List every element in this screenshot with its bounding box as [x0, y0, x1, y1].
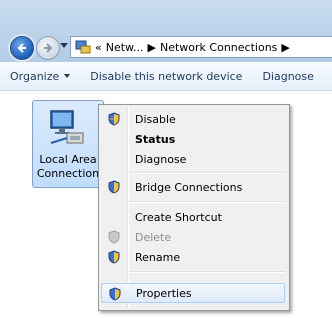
shield-icon — [108, 250, 120, 264]
back-arrow-icon — [17, 43, 26, 53]
network-adapter-icon — [50, 110, 84, 144]
menu-item-bridge-connections[interactable]: Bridge Connections — [101, 177, 285, 197]
menu-item-diagnose[interactable]: Diagnose — [101, 149, 285, 169]
menu-item-rename[interactable]: Rename — [101, 247, 285, 267]
breadcrumb-network-connections[interactable]: Network Connections — [160, 41, 277, 54]
menu-item-disable[interactable]: Disable — [101, 109, 285, 129]
shield-icon — [108, 230, 120, 244]
chevron-right-icon[interactable]: ▶ — [281, 41, 289, 54]
item-label: Local Area Connection — [33, 153, 103, 181]
shield-icon — [108, 180, 120, 194]
organize-button[interactable]: Organize — [0, 70, 80, 83]
menu-label-delete: Delete — [135, 230, 172, 244]
diagnose-button[interactable]: Diagnose — [252, 70, 323, 83]
menu-item-delete: Delete — [101, 227, 285, 247]
menu-label-bridge: Bridge Connections — [135, 180, 243, 194]
chevron-down-icon — [64, 74, 71, 78]
menu-item-create-shortcut[interactable]: Create Shortcut — [101, 207, 285, 227]
menu-label-diagnose: Diagnose — [135, 152, 187, 166]
item-label-line1: Local Area — [39, 153, 97, 166]
menu-item-status[interactable]: Status — [101, 129, 285, 149]
menu-separator — [129, 271, 285, 273]
disable-device-label: Disable this network device — [90, 69, 243, 83]
disable-device-button[interactable]: Disable this network device — [80, 70, 252, 83]
recent-pages-dropdown[interactable] — [60, 43, 68, 48]
forward-button[interactable] — [36, 36, 60, 60]
menu-label-shortcut: Create Shortcut — [135, 210, 222, 224]
menu-label-rename: Rename — [135, 250, 181, 264]
context-menu: Disable Status Diagnose Bridge Connectio… — [98, 104, 290, 311]
back-button[interactable] — [10, 36, 34, 60]
menu-separator — [129, 172, 285, 174]
address-bar[interactable]: « Netw... ▶ Network Connections ▶ — [70, 36, 332, 58]
organize-label: Organize — [10, 69, 60, 83]
menu-separator — [129, 201, 285, 203]
menu-label-status: Status — [135, 132, 176, 146]
diagnose-label: Diagnose — [262, 69, 314, 83]
breadcrumb-netw[interactable]: Netw... — [106, 41, 144, 54]
menu-item-properties[interactable]: Properties — [101, 283, 285, 303]
menu-label-properties: Properties — [136, 286, 192, 300]
menu-label-disable: Disable — [135, 112, 176, 126]
chevron-left-double-icon: « — [95, 40, 102, 54]
shield-icon — [108, 112, 120, 126]
command-bar: Organize Disable this network device Dia… — [0, 62, 332, 91]
forward-arrow-icon — [44, 43, 53, 53]
chevron-right-icon[interactable]: ▶ — [148, 41, 156, 54]
shield-icon — [109, 287, 121, 301]
local-area-connection-item[interactable]: Local Area Connection — [32, 100, 104, 188]
control-panel-icon — [75, 40, 91, 54]
item-label-line2: Connection — [36, 167, 100, 180]
